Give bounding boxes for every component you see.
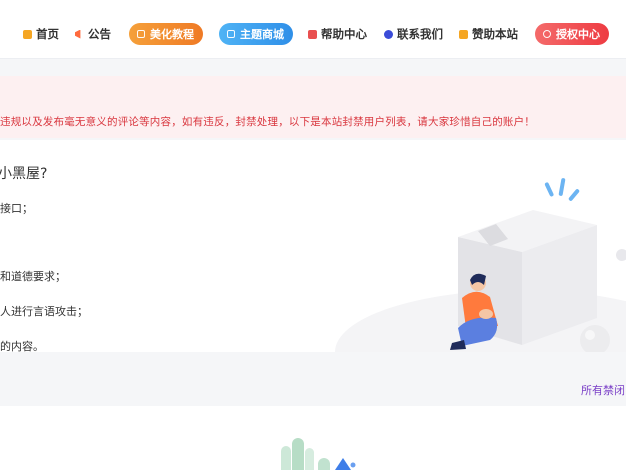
nav-sponsor[interactable]: 赞助本站 — [459, 24, 518, 44]
empty-box-illustration — [335, 178, 626, 352]
top-nav: 首页 公告 美化教程 主题商城 帮助中心 联系我们 赞助本站 授权中心 — [0, 0, 626, 59]
home-icon — [23, 29, 32, 39]
notice-text: 违规以及发布毫无意义的评论等内容，如有违反，封禁处理，以下是本站封禁用户列表，请… — [0, 116, 535, 128]
all-banned-link[interactable]: 所有禁闭 — [581, 382, 625, 398]
brush-icon — [137, 30, 145, 38]
nav-home[interactable]: 首页 — [23, 24, 59, 44]
rule-item: 接口； — [0, 202, 33, 215]
rule-item: 的内容。 — [0, 340, 44, 353]
nav-announcement[interactable]: 公告 — [75, 24, 111, 44]
nav-theme-shop-label: 主题商城 — [240, 28, 284, 41]
nav-announcement-label: 公告 — [88, 27, 111, 41]
nav-contact-label: 联系我们 — [397, 27, 443, 41]
nav-contact[interactable]: 联系我们 — [384, 24, 443, 44]
bottom-section — [0, 406, 626, 470]
gift-icon — [459, 29, 468, 39]
nav-theme-shop[interactable]: 主题商城 — [219, 23, 293, 45]
nav-help-center[interactable]: 帮助中心 — [308, 24, 367, 44]
nav-license-center[interactable]: 授权中心 — [535, 23, 609, 45]
content-card — [0, 140, 626, 352]
shield-icon — [543, 30, 551, 38]
rule-item: 和道德要求； — [0, 270, 66, 283]
shop-icon — [227, 30, 235, 38]
banned-list-bar — [0, 370, 626, 406]
cactus-illustration — [281, 438, 356, 470]
nav-beautify-tutorial[interactable]: 美化教程 — [129, 23, 203, 45]
help-icon — [308, 29, 317, 39]
blackroom-title: 小黑屋? — [0, 166, 48, 182]
contact-icon — [384, 29, 393, 39]
nav-sponsor-label: 赞助本站 — [472, 27, 518, 41]
nav-beautify-tutorial-label: 美化教程 — [150, 28, 194, 41]
megaphone-icon — [75, 29, 81, 39]
nav-help-center-label: 帮助中心 — [321, 27, 367, 41]
nav-home-label: 首页 — [36, 27, 59, 41]
nav-license-center-label: 授权中心 — [556, 28, 600, 41]
rule-item: 人进行言语攻击； — [0, 305, 88, 318]
